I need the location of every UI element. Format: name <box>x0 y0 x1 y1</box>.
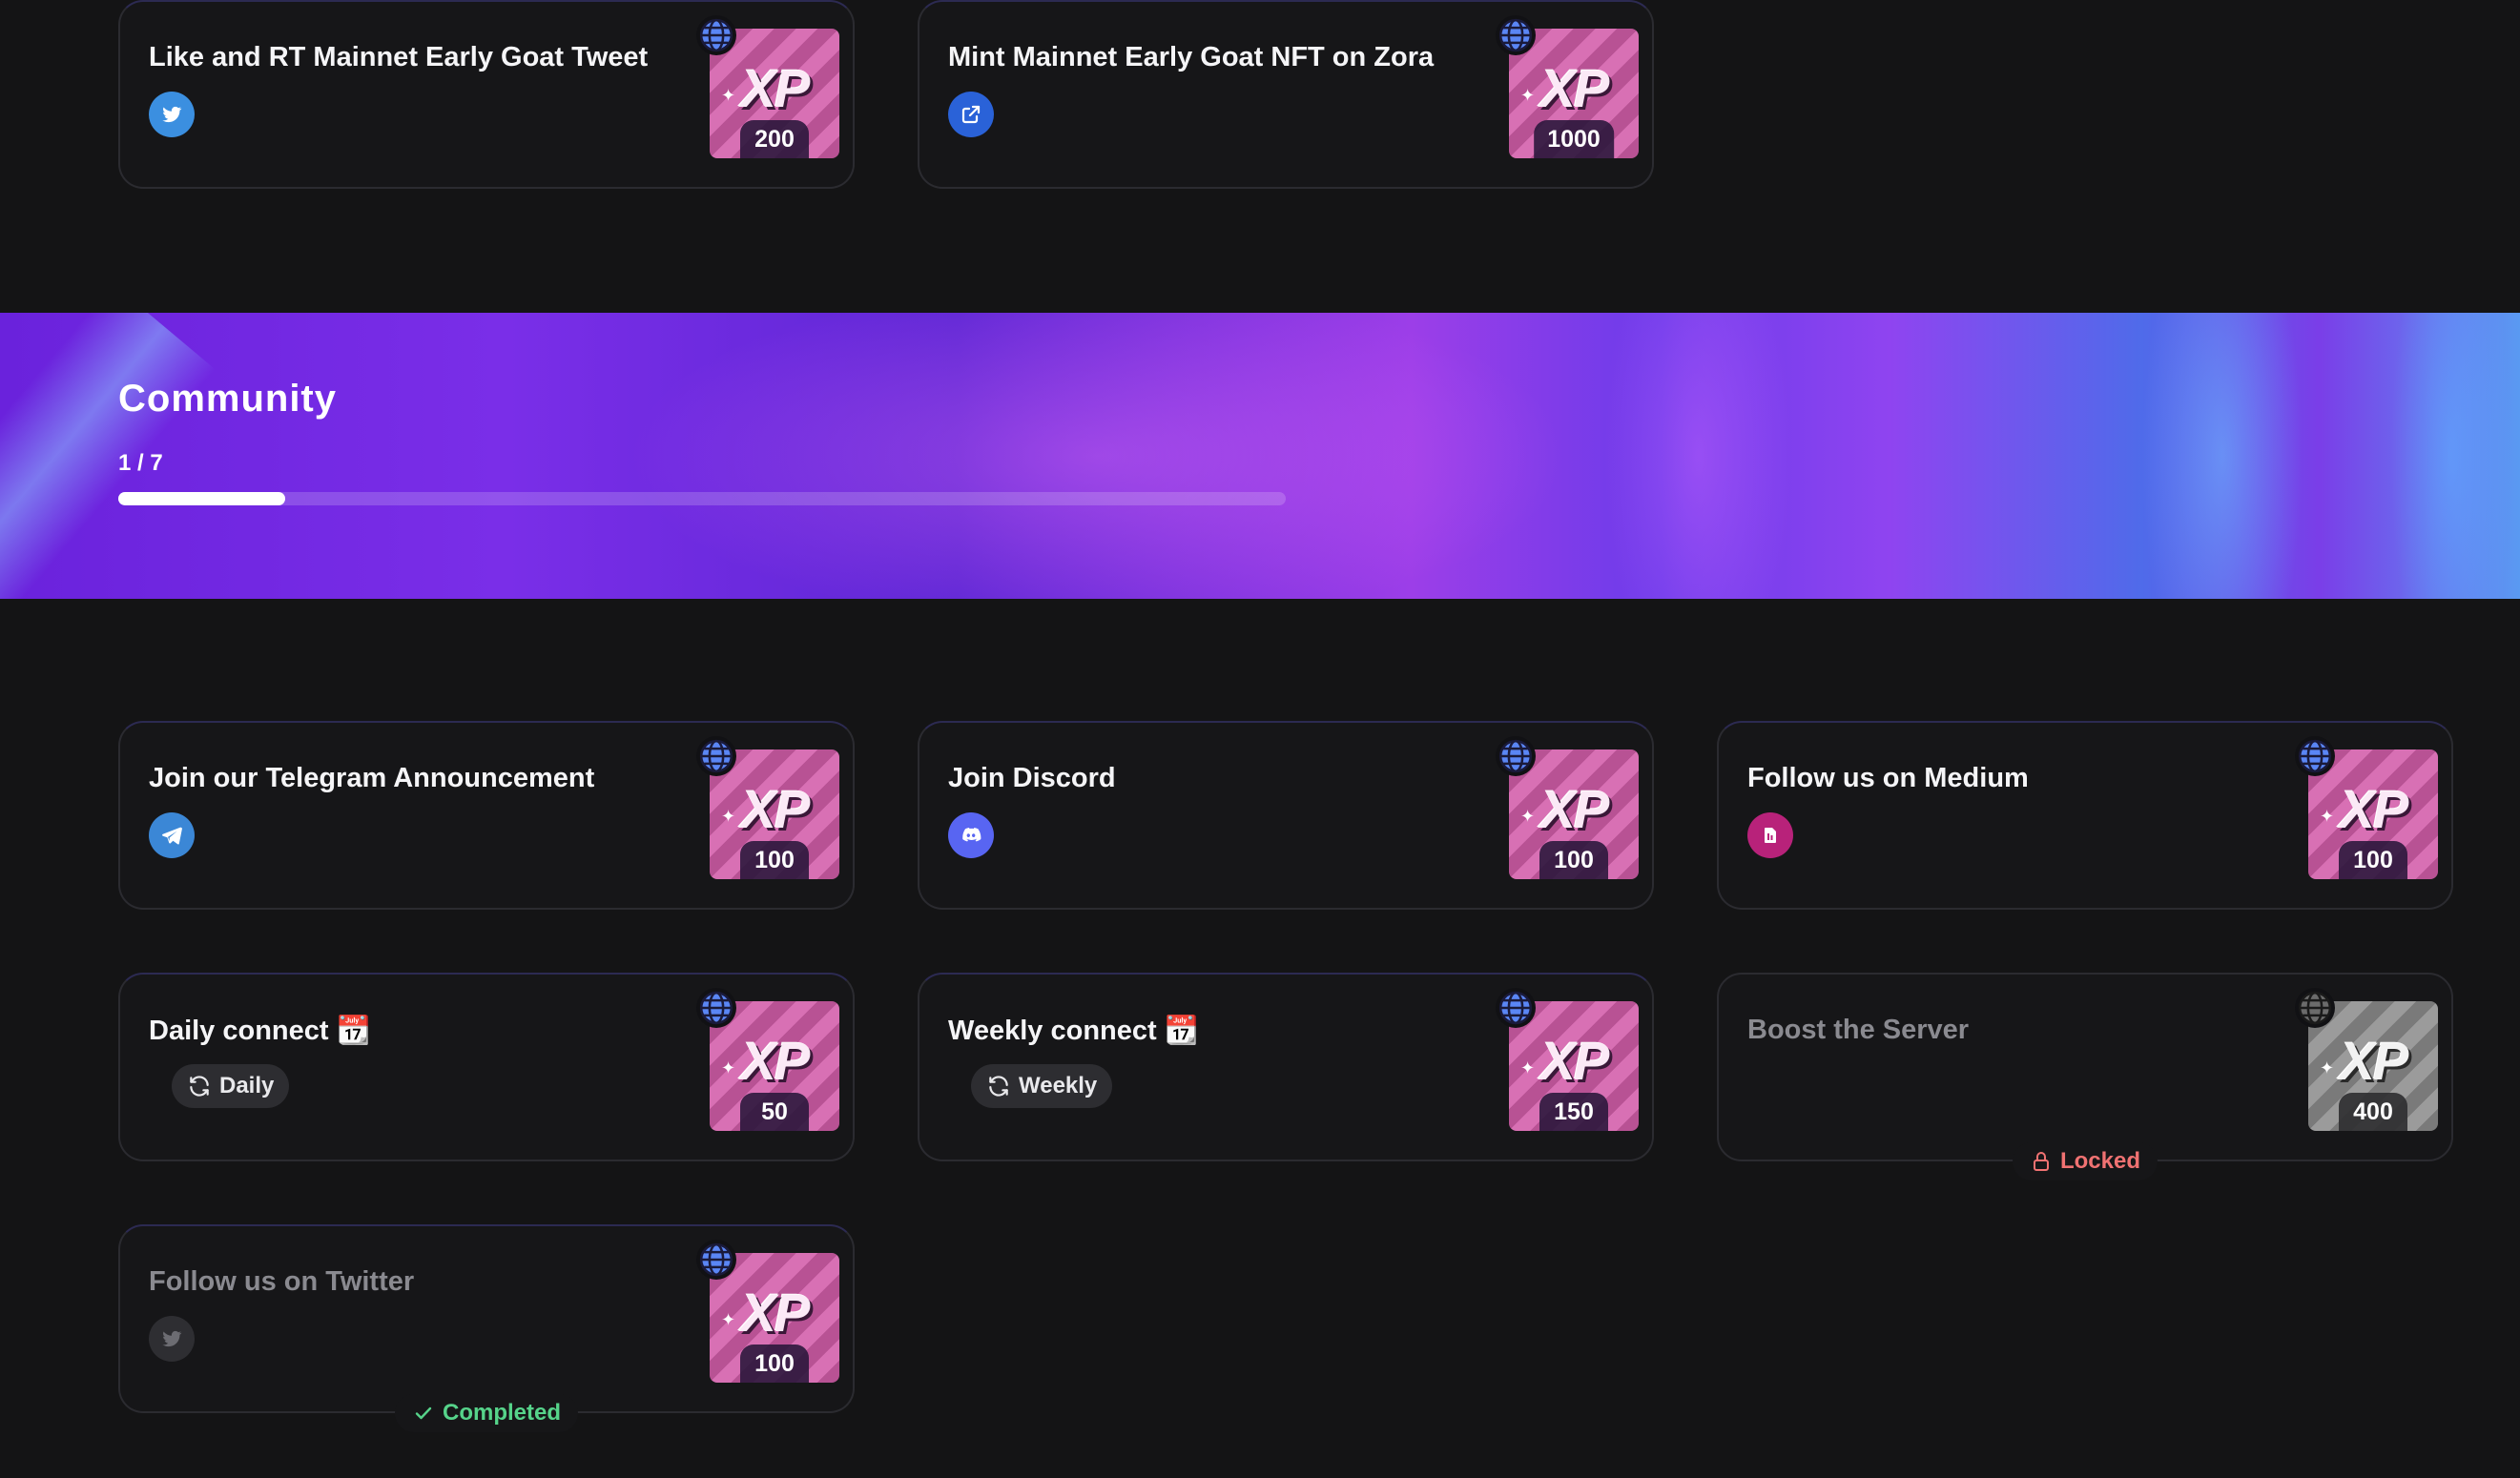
quest-card-daily-connect[interactable]: Daily connect 📆 Daily XP ✦ 50 <box>118 973 855 1161</box>
telegram-icon <box>149 812 195 858</box>
xp-amount: 150 <box>1539 1093 1608 1131</box>
globe-icon <box>2295 736 2335 776</box>
globe-icon <box>696 15 736 55</box>
quest-card-weekly-connect[interactable]: Weekly connect 📆 Weekly XP ✦ 150 <box>918 973 1654 1161</box>
twitter-icon <box>149 92 195 137</box>
xp-amount: 400 <box>2339 1093 2407 1131</box>
banner-decoration <box>0 313 216 599</box>
quest-title: Weekly connect 📆 <box>948 1016 1199 1046</box>
xp-amount: 100 <box>1539 841 1608 879</box>
recurrence-label: Daily <box>219 1073 275 1098</box>
check-icon <box>415 1406 432 1420</box>
recurrence-badge: Weekly <box>971 1064 1113 1108</box>
progress-bar-fill <box>118 492 285 505</box>
sparkle-icon: ✦ <box>1520 1058 1536 1078</box>
quest-card-discord[interactable]: Join Discord XP ✦ 100 <box>918 721 1654 910</box>
progress-bar <box>118 492 1286 505</box>
progress-count: 1 / 7 <box>118 450 163 476</box>
medium-icon <box>1747 812 1793 858</box>
refresh-icon <box>190 1076 209 1097</box>
section-title: Community <box>118 378 337 420</box>
locked-status-badge: Locked <box>2012 1142 2159 1180</box>
lock-icon <box>2033 1152 2049 1171</box>
sparkle-icon: ✦ <box>721 1310 736 1329</box>
community-banner: Community 1 / 7 <box>0 313 2520 599</box>
external-link-icon <box>948 92 994 137</box>
quest-title: Daily connect 📆 <box>149 1016 371 1046</box>
recurrence-label: Weekly <box>1019 1073 1098 1098</box>
sparkle-icon: ✦ <box>721 1058 736 1078</box>
quest-card-like-rt-tweet[interactable]: Like and RT Mainnet Early Goat Tweet XP … <box>118 0 855 189</box>
sparkle-icon: ✦ <box>721 807 736 826</box>
globe-icon <box>1496 736 1536 776</box>
sparkle-icon: ✦ <box>1520 807 1536 826</box>
quest-card-medium[interactable]: Follow us on Medium XP ✦ 100 <box>1717 721 2453 910</box>
status-label: Completed <box>442 1400 562 1426</box>
globe-icon <box>696 736 736 776</box>
quest-title: Join our Telegram Announcement <box>149 763 595 793</box>
xp-amount: 200 <box>740 120 809 158</box>
quest-title: Boost the Server <box>1747 1015 1970 1045</box>
quest-card-mint-nft[interactable]: Mint Mainnet Early Goat NFT on Zora XP ✦… <box>918 0 1654 189</box>
quest-title: Follow us on Medium <box>1747 763 2029 793</box>
quest-card-follow-twitter[interactable]: Follow us on Twitter XP ✦ 100 Completed <box>118 1224 855 1432</box>
quest-card-telegram[interactable]: Join our Telegram Announcement XP ✦ 100 <box>118 721 855 910</box>
twitter-icon <box>149 1316 195 1362</box>
globe-icon <box>696 988 736 1028</box>
quest-title: Follow us on Twitter <box>149 1266 415 1297</box>
globe-icon <box>1496 988 1536 1028</box>
completed-status-badge: Completed <box>394 1394 579 1432</box>
sparkle-icon: ✦ <box>721 86 736 105</box>
quest-title: Join Discord <box>948 763 1116 793</box>
sparkle-icon: ✦ <box>2320 1058 2335 1078</box>
status-label: Locked <box>2059 1148 2141 1174</box>
xp-amount: 100 <box>2339 841 2407 879</box>
quest-title: Like and RT Mainnet Early Goat Tweet <box>149 42 649 72</box>
quest-title: Mint Mainnet Early Goat NFT on Zora <box>948 42 1435 72</box>
refresh-icon <box>989 1076 1008 1097</box>
xp-amount: 100 <box>740 841 809 879</box>
discord-icon <box>948 812 994 858</box>
globe-icon <box>696 1240 736 1280</box>
xp-amount: 1000 <box>1534 120 1614 158</box>
xp-amount: 100 <box>740 1345 809 1383</box>
globe-icon <box>1496 15 1536 55</box>
sparkle-icon: ✦ <box>2320 807 2335 826</box>
recurrence-badge: Daily <box>172 1064 290 1108</box>
quest-card-boost-server[interactable]: Boost the Server XP ✦ 400 Locked <box>1717 973 2453 1180</box>
xp-amount: 50 <box>740 1093 809 1131</box>
globe-icon <box>2295 988 2335 1028</box>
sparkle-icon: ✦ <box>1520 86 1536 105</box>
